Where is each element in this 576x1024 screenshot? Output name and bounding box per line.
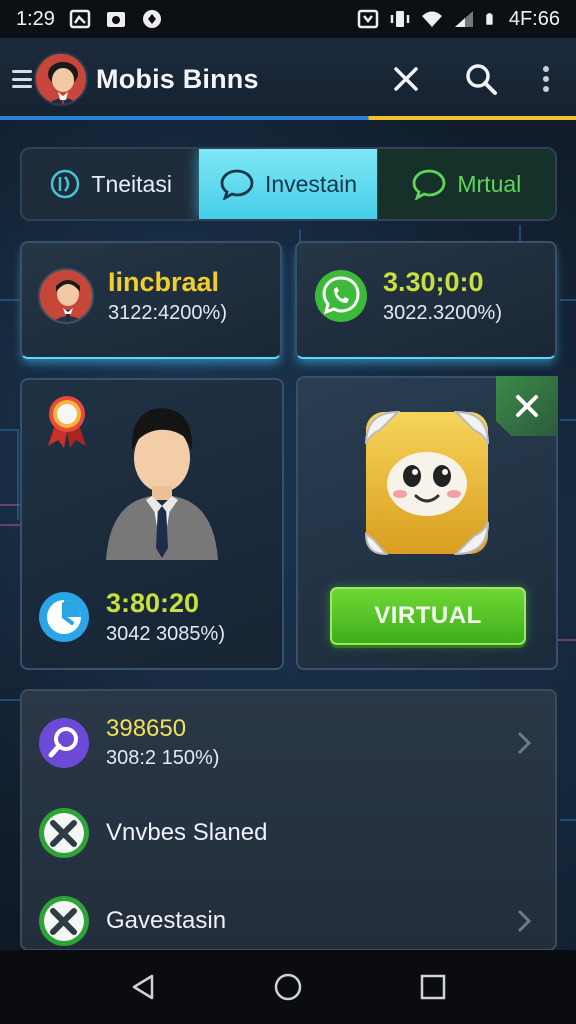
app-notification-icon [142,10,161,28]
close-icon [516,395,538,417]
camera-icon [106,12,125,27]
battery-icon [486,13,493,25]
app-bar-accent-line [0,116,576,120]
menu-icon[interactable] [12,70,32,88]
tools-icon [39,808,89,858]
list-item-subtitle: 308:2 150%) [106,747,220,769]
stat-card-whatsapp[interactable]: 3.30;0:0 3022.3200%) [295,241,557,359]
tab-tneitasi[interactable]: Tneitasi [22,149,200,219]
chevron-right-icon [517,731,532,754]
back-icon[interactable] [128,972,158,1002]
list-item[interactable]: Vnvbes Slaned [38,807,538,859]
list-item-label: Gavestasin [106,907,227,934]
tab-investain[interactable]: Investain [199,149,377,219]
close-icon[interactable] [392,65,420,93]
timer-icon [39,592,89,642]
recents-icon[interactable] [418,972,448,1002]
tab-label: Mrtual [457,170,522,197]
status-time: 1:29 [16,7,55,30]
signal-icon [454,11,473,27]
status-bar: 1:29 4F:66 [0,0,576,38]
list-card: 398650 308:2 150%) Vnvbes Slaned Gavesta… [20,689,557,951]
vibrate-icon [390,11,410,27]
stat-card-user[interactable]: Iincbraal 3122:4200%) [20,241,282,359]
tab-label: Investain [264,170,358,197]
nfc-icon [357,9,379,29]
stat-title: Iincbraal [108,267,220,297]
list-item[interactable]: Gavestasin [38,895,538,947]
avatar [38,268,94,324]
tab-bar: Tneitasi Investain Mrtual [20,147,557,221]
wifi-icon [421,11,442,27]
award-ribbon-icon [48,396,86,448]
tab-mrtual[interactable]: Mrtual [376,149,555,219]
stat-title: 3.30;0:0 [383,267,484,297]
list-item-label: Vnvbes Slaned [106,819,268,846]
tools-icon [39,896,89,946]
app-title: Mobis Binns [96,63,259,94]
close-button[interactable] [496,376,558,436]
app-bar: Mobis Binns [0,38,576,120]
search-icon [39,717,89,768]
avatar[interactable] [34,52,88,106]
chat-bubble-icon [220,169,254,200]
mascot-icon [364,410,489,556]
timer-value: 3:80:20 [106,588,200,618]
list-item-title: 398650 [106,715,187,742]
profile-card[interactable]: 3:80:20 3042 3085%) [20,378,284,670]
home-icon[interactable] [273,972,303,1002]
more-options-icon[interactable] [542,65,550,93]
virtual-button[interactable]: VIRTUAL [330,587,526,645]
tneitasi-icon [51,169,80,199]
tab-label: Tneitasi [91,170,172,197]
person-illustration [106,408,218,560]
battery-readout: 4F:66 [508,7,560,30]
list-item[interactable]: 398650 308:2 150%) [38,715,538,770]
search-icon[interactable] [464,62,498,96]
gallery-icon [69,9,91,29]
timer-subtitle: 3042 3085%) [106,623,225,645]
system-nav-bar [0,950,576,1024]
whatsapp-icon [315,270,367,322]
stat-subtitle: 3022.3200%) [383,302,502,324]
chat-bubble-icon [412,169,446,200]
stat-subtitle: 3122:4200%) [108,302,227,324]
chevron-right-icon [517,909,532,933]
virtual-card: VIRTUAL [296,376,558,670]
